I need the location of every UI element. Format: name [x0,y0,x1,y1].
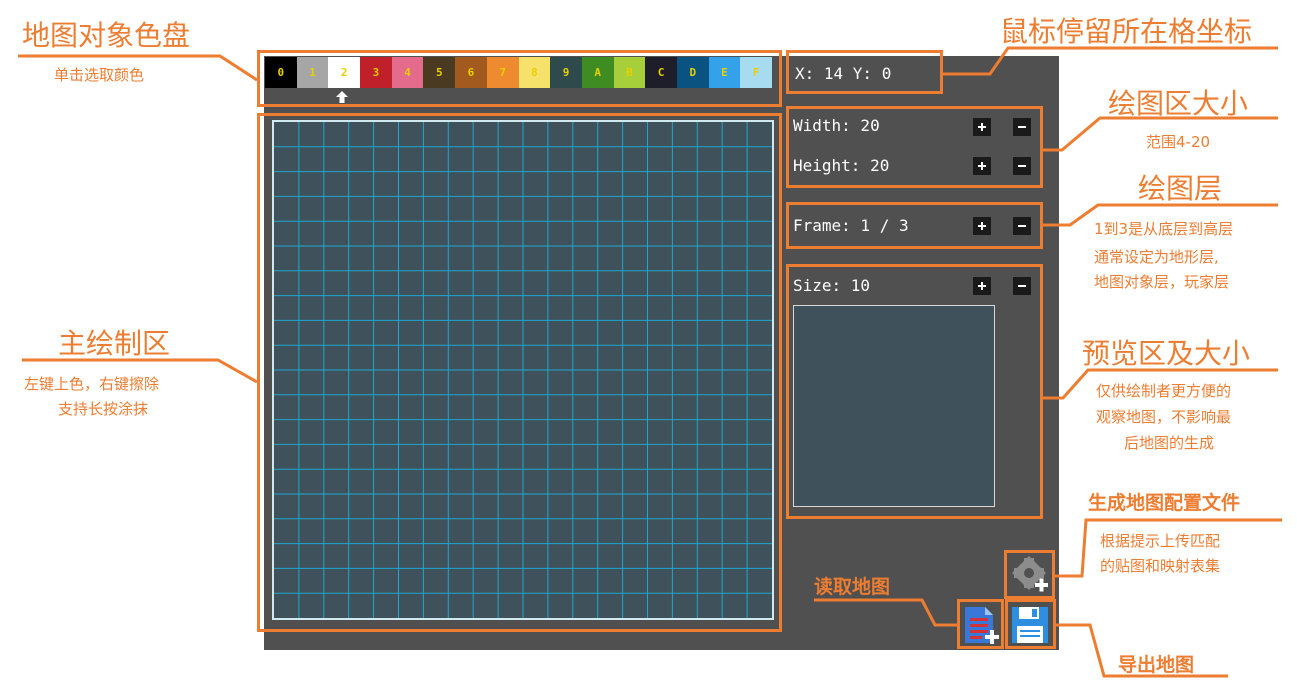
coords-title: 鼠标停留所在格坐标 [1000,15,1253,48]
frame-highlight [786,202,1043,249]
draw-desc-2: 支持长按涂抹 [58,400,149,418]
size-highlight [786,106,1043,188]
layer-title: 绘图层 [1138,172,1223,205]
export-title: 导出地图 [1118,654,1195,676]
layer-desc-2: 通常设定为地形层, [1094,248,1219,266]
preview-title: 预览区及大小 [1082,337,1251,370]
size-desc: 范围4-20 [1146,133,1211,151]
generate-desc-2: 的贴图和映射表集 [1100,557,1221,575]
draw-desc-1: 左键上色，右键擦除 [24,375,160,393]
preview-desc-3: 后地图的生成 [1124,434,1215,452]
load-highlight [957,599,1004,649]
generate-desc-1: 根据提示上传匹配 [1100,532,1221,550]
palette-desc: 单击选取颜色 [54,66,145,84]
draw-title: 主绘制区 [58,327,171,360]
palette-highlight [257,50,782,107]
generate-title: 生成地图配置文件 [1088,492,1241,514]
export-highlight [1005,599,1056,649]
load-title: 读取地图 [814,576,891,598]
generate-highlight [1004,550,1055,599]
size-title: 绘图区大小 [1108,87,1249,120]
layer-desc-3: 地图对象层，玩家层 [1094,273,1230,291]
preview-desc-2: 观察地图，不影响最 [1096,408,1232,426]
draw-area-highlight [257,113,782,632]
preview-highlight [786,264,1043,519]
preview-desc-1: 仅供绘制者更方便的 [1096,382,1232,400]
layer-desc-1: 1到3是从底层到高层 [1094,220,1234,238]
palette-title: 地图对象色盘 [22,19,191,52]
coords-highlight [786,50,943,94]
